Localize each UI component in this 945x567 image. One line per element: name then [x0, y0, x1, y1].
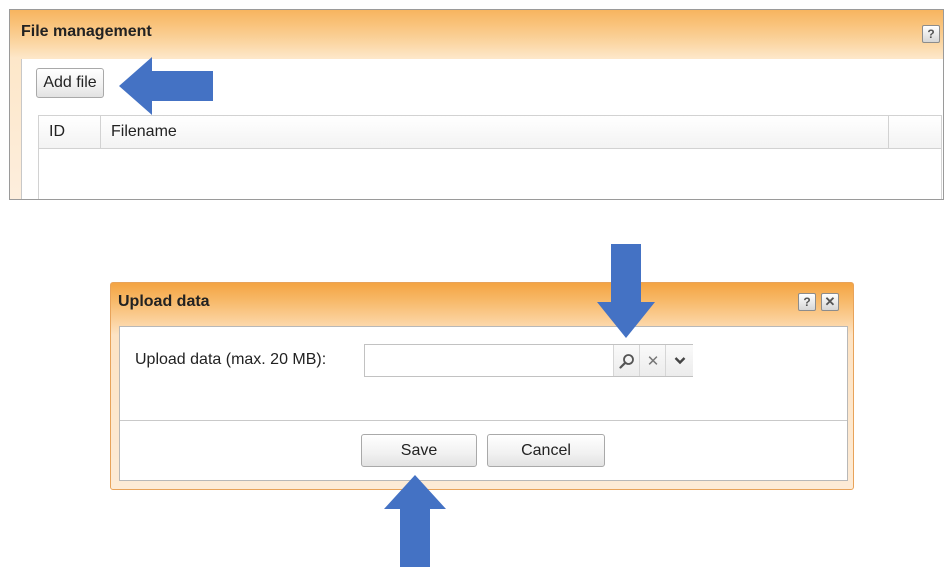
column-header-id[interactable]: ID: [39, 116, 101, 148]
arrow-up-icon: [384, 475, 446, 567]
close-button[interactable]: ✕: [821, 293, 839, 311]
arrow-left-icon: [119, 57, 213, 115]
dialog-title: Upload data: [118, 293, 210, 310]
cancel-button[interactable]: Cancel: [487, 434, 605, 467]
column-header-extra: [889, 116, 941, 148]
upload-data-dialog: Upload data ? ✕ Upload data (max. 20 MB)…: [110, 282, 854, 490]
help-button[interactable]: ?: [922, 25, 940, 43]
clear-button[interactable]: ✕: [639, 345, 666, 376]
file-grid-header: ID Filename: [38, 115, 942, 149]
file-grid-body: [38, 149, 942, 199]
add-file-button[interactable]: Add file: [36, 68, 104, 98]
search-icon: [619, 353, 634, 369]
chevron-down-icon: [674, 357, 685, 365]
dropdown-button[interactable]: [665, 345, 693, 376]
upload-file-input[interactable]: [365, 345, 613, 376]
save-button[interactable]: Save: [361, 434, 477, 467]
arrow-down-icon: [597, 244, 655, 338]
help-button[interactable]: ?: [798, 293, 816, 311]
browse-button[interactable]: [613, 345, 640, 376]
column-header-filename[interactable]: Filename: [101, 116, 889, 148]
upload-file-field[interactable]: ✕: [364, 344, 693, 377]
dialog-body: Upload data (max. 20 MB): ✕ Save Cancel: [119, 326, 848, 481]
clear-icon: ✕: [646, 352, 660, 370]
panel-title: File management: [21, 23, 152, 40]
upload-field-label: Upload data (max. 20 MB):: [135, 351, 327, 368]
divider: [120, 420, 847, 421]
